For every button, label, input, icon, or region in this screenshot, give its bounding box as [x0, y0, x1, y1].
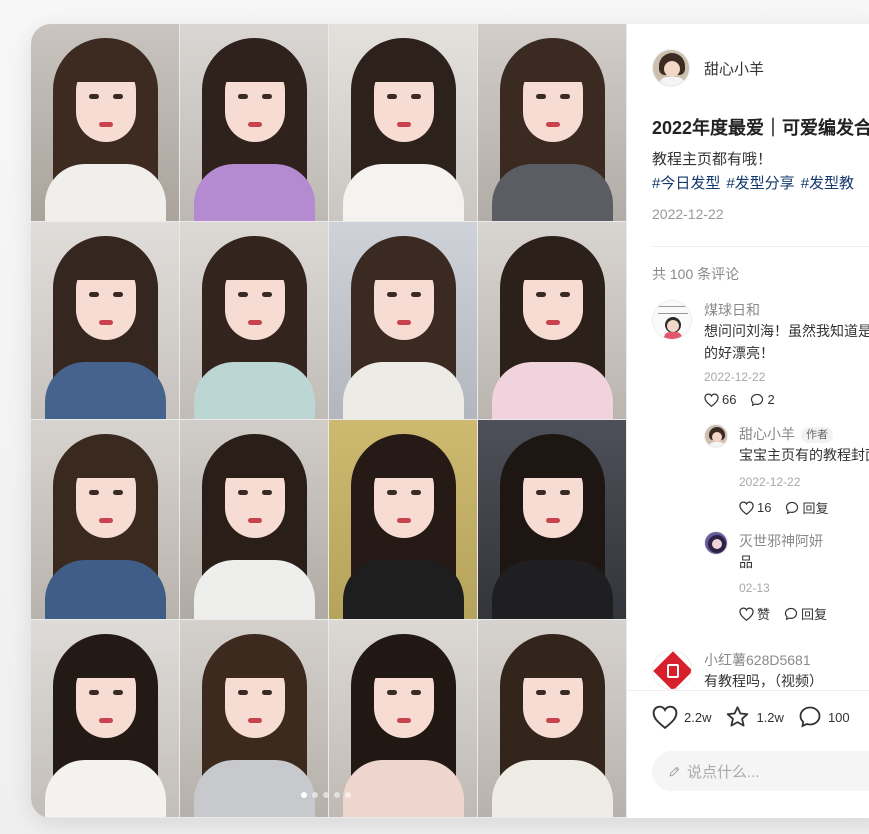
image-carousel[interactable] [31, 24, 627, 818]
collect-count: 1.2w [756, 709, 784, 725]
comment-button[interactable]: 100 [798, 705, 850, 729]
note-title: 2022年度最爱｜可爱编发合 [652, 118, 869, 138]
comment-input-placeholder: 说点什么... [687, 763, 760, 781]
comment-date: 2022-12-22 [739, 475, 801, 489]
collage-tile [31, 24, 180, 222]
comment-actions: 赞 回复 [739, 604, 841, 623]
comment-text: 的好漂亮！ [704, 345, 774, 361]
comment-reply-button[interactable]: 回复 [784, 604, 827, 623]
note-tags: #今日发型 #发型分享 #发型教 [652, 172, 854, 193]
divider [652, 246, 869, 247]
collage-tile [31, 420, 180, 620]
carousel-indicator [301, 792, 351, 798]
commenter-name-text[interactable]: 甜心小羊 [739, 426, 795, 442]
collage-tile [329, 24, 478, 222]
heart-icon [704, 392, 719, 407]
collage-tile [329, 620, 478, 818]
comment-reply-button[interactable]: 2 [750, 392, 775, 407]
comment-date: 02-13 [739, 581, 770, 595]
collage-tile [329, 222, 478, 420]
hashtag-link[interactable]: #今日发型 [652, 172, 720, 193]
collage-tile [180, 620, 329, 818]
commenter-name[interactable]: 煤球日和 [704, 300, 760, 320]
star-icon [727, 706, 749, 727]
reply-label: 回复 [802, 501, 829, 516]
carousel-dot[interactable] [301, 792, 307, 798]
comment-like-button[interactable]: 赞 [739, 604, 770, 623]
note-detail-card: 甜心小羊 2022年度最爱｜可爱编发合 教程主页都有哦！ #今日发型 #发型分享… [31, 24, 869, 818]
author-avatar[interactable] [652, 49, 690, 87]
like-count: 2.2w [684, 709, 712, 725]
collect-button[interactable]: 1.2w [725, 705, 784, 729]
carousel-dot[interactable] [312, 792, 318, 798]
comment-text: 宝宝主页有的教程封面 [739, 447, 869, 463]
comment-like-count: 66 [722, 392, 737, 407]
reply-item: 灭世邪神阿妍 品 02-13 赞 回复 [704, 531, 869, 631]
interaction-bar: 2.2w 1.2w 100 说点什么... [627, 690, 869, 818]
collage-tile [478, 24, 627, 222]
comment-text: 有教程吗，（视频） [704, 673, 823, 689]
comment-date: 2022-12-22 [704, 370, 766, 384]
collage-tile [180, 24, 329, 222]
comment-input[interactable]: 说点什么... [652, 751, 869, 791]
collage-tile [31, 222, 180, 420]
comment-actions: 66 2 [704, 392, 789, 407]
reply-item: 甜心小羊 作者 宝宝主页有的教程封面 2022-12-22 16 回复 [704, 424, 869, 524]
pencil-icon [669, 766, 680, 776]
collage-tile [478, 222, 627, 420]
comment-count: 共 100 条评论 [652, 266, 740, 282]
heart-icon [739, 606, 754, 621]
comment-like-count: 16 [757, 500, 772, 515]
like-label: 赞 [757, 607, 771, 622]
comment-like-button[interactable]: 16 [739, 500, 771, 515]
author-info[interactable]: 甜心小羊 [652, 48, 764, 88]
collage-tile [31, 620, 180, 818]
comment-actions: 16 回复 [739, 498, 842, 517]
commenter-name: 甜心小羊 作者 [739, 424, 833, 444]
collage-tile [180, 222, 329, 420]
hairstyle-collage-image [31, 24, 627, 818]
commenter-avatar[interactable] [704, 531, 728, 555]
author-name[interactable]: 甜心小羊 [704, 58, 764, 79]
engagement-stats: 2.2w 1.2w 100 [652, 705, 864, 729]
hashtag-link[interactable]: #发型教 [801, 172, 854, 193]
collage-tile [180, 420, 329, 620]
heart-icon [652, 705, 678, 729]
comment-item: 煤球日和 想问问刘海！虽然我知道是 的好漂亮！ 2022-12-22 66 2 [652, 300, 869, 420]
comment-reply-count: 2 [767, 392, 775, 407]
chat-bubble-icon [786, 501, 799, 514]
note-info-panel: 甜心小羊 2022年度最爱｜可爱编发合 教程主页都有哦！ #今日发型 #发型分享… [627, 24, 869, 818]
collage-tile [478, 420, 627, 620]
chat-bubble-icon [751, 393, 764, 406]
commenter-name[interactable]: 灭世邪神阿妍 [739, 531, 823, 551]
commenter-avatar[interactable] [704, 424, 728, 448]
comment-like-button[interactable]: 66 [704, 392, 736, 407]
chat-bubble-icon [784, 607, 798, 620]
reply-label: 回复 [801, 607, 828, 622]
hashtag-link[interactable]: #发型分享 [726, 172, 794, 193]
note-description: 教程主页都有哦！ [652, 151, 773, 168]
comment-total: 100 [827, 709, 850, 725]
commenter-avatar[interactable] [652, 650, 692, 690]
comment-text: 想问问刘海！虽然我知道是 [704, 323, 869, 339]
collage-tile [478, 620, 627, 818]
carousel-dot[interactable] [334, 792, 340, 798]
carousel-dot[interactable] [323, 792, 329, 798]
heart-icon [739, 500, 754, 515]
note-date: 2022-12-22 [652, 206, 724, 222]
comment-reply-button[interactable]: 回复 [785, 498, 828, 517]
author-badge: 作者 [801, 427, 833, 443]
carousel-dot[interactable] [345, 792, 351, 798]
collage-tile [329, 420, 478, 620]
chat-bubble-icon [799, 706, 821, 728]
comment-text: 品 [739, 554, 753, 570]
like-button[interactable]: 2.2w [652, 705, 711, 729]
commenter-name[interactable]: 小红薯628D5681 [704, 650, 811, 670]
commenter-avatar[interactable] [652, 300, 692, 340]
